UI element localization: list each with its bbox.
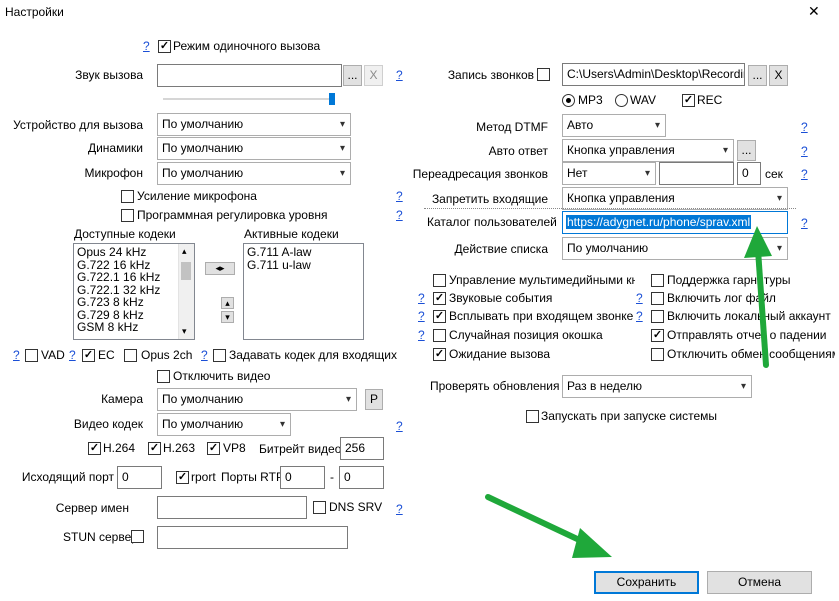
annotation-arrows — [485, 226, 772, 558]
annotation-arrow-up — [744, 226, 772, 368]
annotation-arrow-down — [485, 494, 612, 558]
